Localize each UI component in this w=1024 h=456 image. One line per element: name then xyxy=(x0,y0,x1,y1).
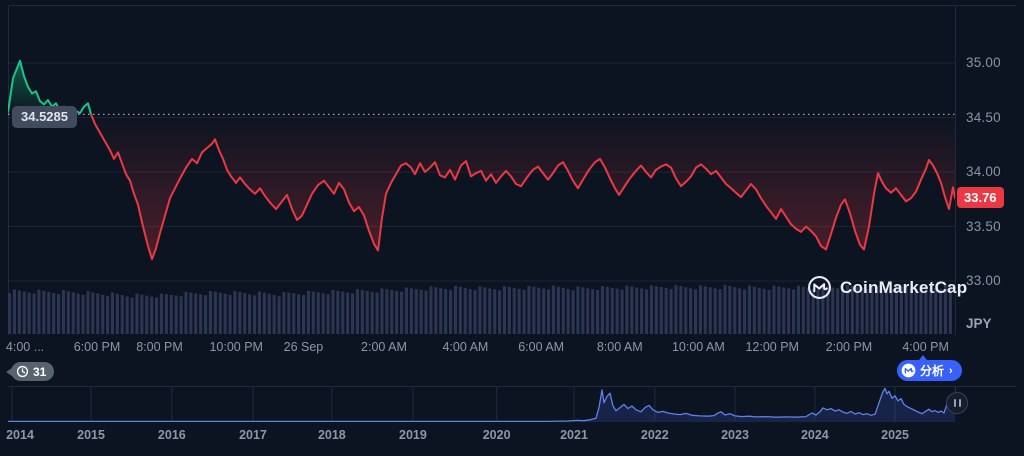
chevron-right-icon: › xyxy=(949,365,953,377)
year-tick-label: 2021 xyxy=(560,428,588,442)
year-tick-label: 2018 xyxy=(318,428,346,442)
analyze-button[interactable]: 分析 › xyxy=(897,360,962,381)
coinmarketcap-logo-icon xyxy=(807,275,832,300)
navigator-area[interactable] xyxy=(8,388,955,422)
watermark-text: CoinMarketCap xyxy=(840,278,967,298)
price-tick-label: 33.00 xyxy=(966,273,1001,289)
year-tick-label: 2019 xyxy=(399,428,427,442)
watermark: CoinMarketCap xyxy=(807,275,967,300)
history-clock-icon xyxy=(16,365,29,378)
open-price-label: 34.5285 xyxy=(12,106,77,128)
currency-label: JPY xyxy=(966,316,992,331)
year-tick-label: 2017 xyxy=(239,428,267,442)
year-tick-label: 2020 xyxy=(483,428,511,442)
price-tick-label: 33.50 xyxy=(966,219,1001,235)
annotations-count-badge[interactable]: 31 xyxy=(11,362,54,381)
price-tick-label: 35.00 xyxy=(966,55,1001,71)
navigator-handle[interactable] xyxy=(946,392,968,414)
time-tick-label: 2:00 PM xyxy=(826,340,873,354)
time-tick-label: 4:00 ... xyxy=(6,340,44,354)
time-tick-label: 6:00 AM xyxy=(518,340,564,354)
time-tick-label: 12:00 PM xyxy=(745,340,799,354)
year-tick-label: 2025 xyxy=(881,428,909,442)
year-tick-label: 2023 xyxy=(721,428,749,442)
price-tick-label: 34.00 xyxy=(966,164,1001,180)
year-tick-label: 2015 xyxy=(77,428,105,442)
annotations-count: 31 xyxy=(33,365,46,379)
time-tick-label: 26 Sep xyxy=(284,340,324,354)
price-tick-label: 34.50 xyxy=(966,110,1001,126)
time-tick-label: 4:00 PM xyxy=(902,340,949,354)
year-tick-label: 2016 xyxy=(158,428,186,442)
time-tick-label: 8:00 AM xyxy=(597,340,643,354)
time-tick-label: 10:00 AM xyxy=(672,340,725,354)
price-chart-widget: 34.5285 33.76 35.0034.5034.0033.5033.00 … xyxy=(0,0,1024,456)
analyze-label: 分析 xyxy=(920,362,944,379)
time-tick-label: 6:00 PM xyxy=(74,340,121,354)
year-tick-label: 2022 xyxy=(641,428,669,442)
last-price-badge: 33.76 xyxy=(957,187,1004,208)
time-tick-label: 4:00 AM xyxy=(442,340,488,354)
year-tick-label: 2014 xyxy=(6,428,34,442)
time-tick-label: 10:00 PM xyxy=(209,340,263,354)
time-tick-label: 8:00 PM xyxy=(136,340,183,354)
coinmarketcap-badge-icon xyxy=(901,363,916,378)
year-tick-label: 2024 xyxy=(801,428,829,442)
chart-canvas[interactable] xyxy=(0,0,1024,456)
time-tick-label: 2:00 AM xyxy=(361,340,407,354)
